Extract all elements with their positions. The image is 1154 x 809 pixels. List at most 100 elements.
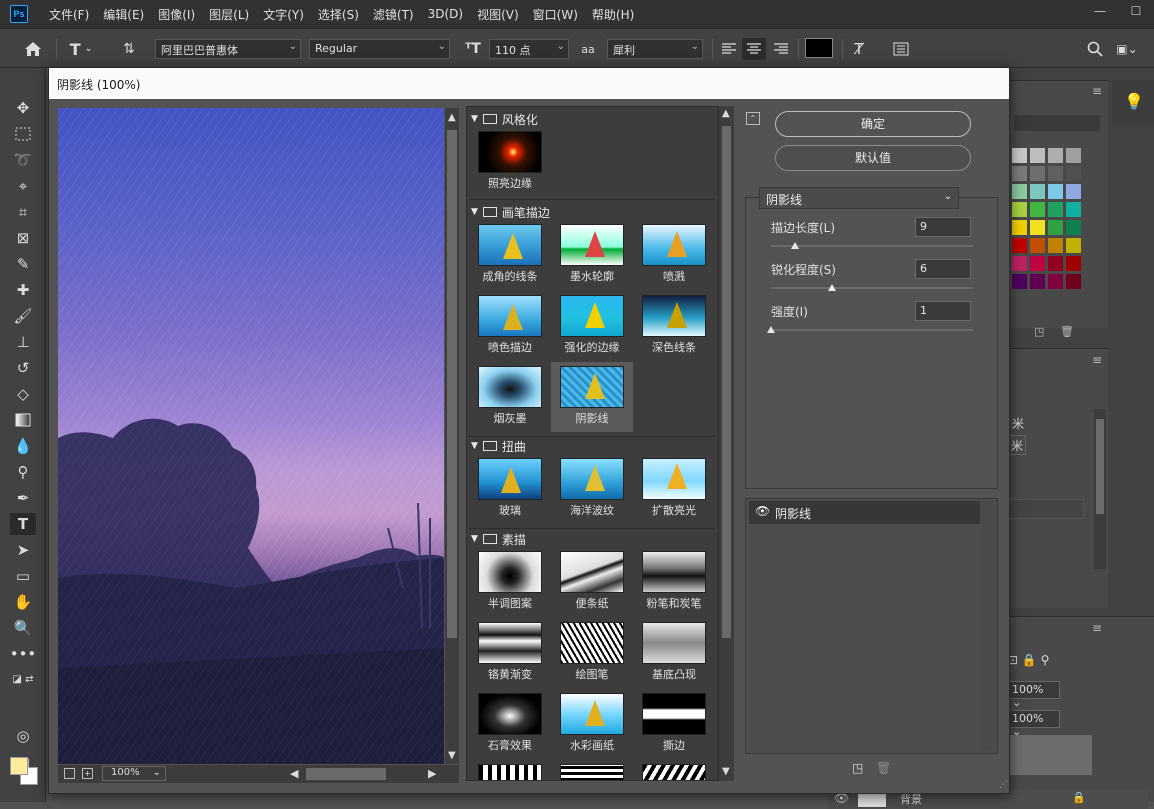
opacity-field[interactable]: 100% ⌄	[1008, 681, 1060, 709]
panel-menu-icon[interactable]: ≡	[1092, 84, 1102, 98]
align-right-icon[interactable]	[770, 38, 792, 60]
text-orientation-icon[interactable]: ⇅	[118, 38, 140, 60]
default-button[interactable]: 默认值	[775, 145, 971, 171]
eye-icon[interactable]: 👁	[755, 504, 770, 518]
menu-filter[interactable]: 滤镜(T)	[366, 6, 421, 23]
filter-sprayed-strokes[interactable]: 喷色描边	[469, 291, 551, 361]
quick-select-tool-icon[interactable]: ⌖	[10, 175, 36, 197]
move-tool-icon[interactable]: ✥	[10, 97, 36, 119]
filter-bas-relief[interactable]: 基底凸现	[633, 618, 715, 688]
hand-tool-icon[interactable]: ✋	[10, 591, 36, 613]
gradient-tool-icon[interactable]	[10, 409, 36, 431]
healing-brush-icon[interactable]: ✚	[10, 279, 36, 301]
minimize-button[interactable]: —	[1082, 0, 1118, 22]
menu-edit[interactable]: 编辑(E)	[96, 6, 151, 23]
category-sketch[interactable]: ▼ 素描	[471, 530, 711, 548]
strength-knob[interactable]	[767, 326, 775, 333]
filter-accented-edges[interactable]: 强化的边缘	[551, 291, 633, 361]
marquee-tool-icon[interactable]	[10, 123, 36, 145]
menu-layer[interactable]: 图层(L)	[202, 6, 256, 23]
sharpness-slider[interactable]	[771, 287, 973, 289]
category-brush-strokes[interactable]: ▼ 画笔描边	[471, 203, 711, 221]
delete-swatch-icon[interactable]: 🗑	[1060, 325, 1074, 338]
menu-select[interactable]: 选择(S)	[311, 6, 366, 23]
layer-thumb-row[interactable]	[1008, 735, 1092, 775]
filter-diffuse-glow[interactable]: 扩散亮光	[633, 454, 715, 524]
new-effect-layer-icon[interactable]: ◳	[852, 761, 863, 775]
filter-chalk-charcoal[interactable]: 粉笔和炭笔	[633, 547, 715, 617]
preview-horizontal-thumb[interactable]	[306, 768, 386, 780]
panel-menu-icon-2[interactable]: ≡	[1092, 353, 1102, 367]
lasso-tool-icon[interactable]: ➰	[10, 149, 36, 171]
swap-colors-icon[interactable]: ◪ ⇄	[10, 668, 36, 690]
effect-layer-row[interactable]: 👁 阴影线	[749, 501, 980, 524]
crop-tool-icon[interactable]: ⌗	[10, 201, 36, 223]
align-center-icon[interactable]	[742, 38, 766, 60]
maximize-button[interactable]: ☐	[1118, 0, 1154, 22]
filter-dark-strokes[interactable]: 深色线条	[633, 291, 715, 361]
zoom-select[interactable]: 100% ⌄	[102, 766, 166, 781]
resize-grip-icon[interactable]: ⋰	[999, 780, 1008, 790]
frame-tool-icon[interactable]: ⊠	[10, 227, 36, 249]
delete-effect-layer-icon[interactable]: 🗑	[876, 761, 891, 775]
pen-tool-icon[interactable]: ✒	[10, 487, 36, 509]
preview-canvas[interactable]	[58, 108, 444, 764]
filter-note-paper[interactable]: 便条纸	[551, 547, 633, 617]
filter-chrome[interactable]: 铬黄渐变	[469, 618, 551, 688]
path-select-icon[interactable]: ➤	[10, 539, 36, 561]
fill-field[interactable]: 100% ⌄	[1008, 710, 1060, 738]
brush-tool-icon[interactable]: 🖌	[10, 305, 36, 327]
ok-button[interactable]: 确定	[775, 111, 971, 137]
eyedropper-tool-icon[interactable]: ✎	[10, 253, 36, 275]
sharpness-knob[interactable]	[827, 284, 836, 291]
filter-halftone-pattern[interactable]: 半调图案	[469, 547, 551, 617]
warp-text-icon[interactable]: Ⱦ	[848, 38, 870, 60]
foreground-color-swatch[interactable]	[10, 757, 28, 775]
dodge-tool-icon[interactable]: ⚲	[10, 461, 36, 483]
filter-water-paper[interactable]: 水彩画纸	[551, 689, 633, 759]
collapse-gallery-icon[interactable]: ⌃	[746, 112, 760, 125]
stroke-length-slider[interactable]	[771, 245, 973, 247]
search-icon[interactable]	[1084, 38, 1106, 60]
filter-torn-edges[interactable]: 撕边	[633, 689, 715, 759]
strength-slider[interactable]	[771, 329, 973, 331]
align-left-icon[interactable]	[718, 38, 740, 60]
antialias-select[interactable]: 犀利 ⌄	[607, 39, 703, 59]
unit-field[interactable]: 米	[1008, 435, 1026, 455]
filter-glowing-edges[interactable]: 照亮边缘	[469, 127, 551, 197]
home-icon[interactable]	[20, 38, 46, 60]
menu-help[interactable]: 帮助(H)	[585, 6, 641, 23]
filter-glass[interactable]: 玻璃	[469, 454, 551, 524]
text-color-swatch[interactable]	[805, 38, 833, 58]
prop-select[interactable]	[1008, 499, 1084, 519]
category-distort[interactable]: ▼ 扭曲	[471, 437, 711, 455]
workspace-icon[interactable]: ▣⌄	[1112, 38, 1142, 60]
filter-graphic-pen[interactable]: 绘图笔	[551, 618, 633, 688]
lock-icons[interactable]: ⊡ 🔒 ⚲	[1008, 653, 1049, 667]
learn-panel-tab[interactable]: 💡	[1112, 80, 1154, 126]
blur-tool-icon[interactable]: 💧	[10, 435, 36, 457]
eraser-tool-icon[interactable]: ◇	[10, 383, 36, 405]
menu-file[interactable]: 文件(F)	[42, 6, 96, 23]
filter-type-select[interactable]: 阴影线 ⌄	[759, 187, 959, 209]
filter-crosshatch-selected[interactable]: 阴影线	[551, 362, 633, 432]
font-size-select[interactable]: 110 点 ⌄	[489, 39, 569, 59]
rectangle-tool-icon[interactable]: ▭	[10, 565, 36, 587]
text-tool-preset-icon[interactable]: T ⌄	[64, 38, 98, 60]
filter-sumi-e[interactable]: 烟灰墨	[469, 362, 551, 432]
filter-plaster[interactable]: 石膏效果	[469, 689, 551, 759]
scroll-right-icon[interactable]: ▶	[428, 767, 436, 780]
category-stylize[interactable]: ▼ 风格化	[471, 110, 711, 128]
strength-input[interactable]: 1	[915, 301, 971, 321]
gallery-scrollbar[interactable]: ▲ ▼	[718, 106, 734, 781]
history-brush-icon[interactable]: ↺	[10, 357, 36, 379]
zoom-out-icon[interactable]	[64, 768, 75, 779]
menu-3d[interactable]: 3D(D)	[421, 7, 470, 21]
panel-menu-icon-3[interactable]: ≡	[1092, 621, 1102, 635]
quick-mask-icon[interactable]: ◎	[10, 725, 36, 747]
menu-image[interactable]: 图像(I)	[151, 6, 202, 23]
layers-scroll[interactable]	[981, 501, 993, 751]
filter-ocean-ripple[interactable]: 海洋波纹	[551, 454, 633, 524]
font-style-select[interactable]: Regular ⌄	[309, 39, 450, 59]
stroke-length-input[interactable]: 9	[915, 217, 971, 237]
